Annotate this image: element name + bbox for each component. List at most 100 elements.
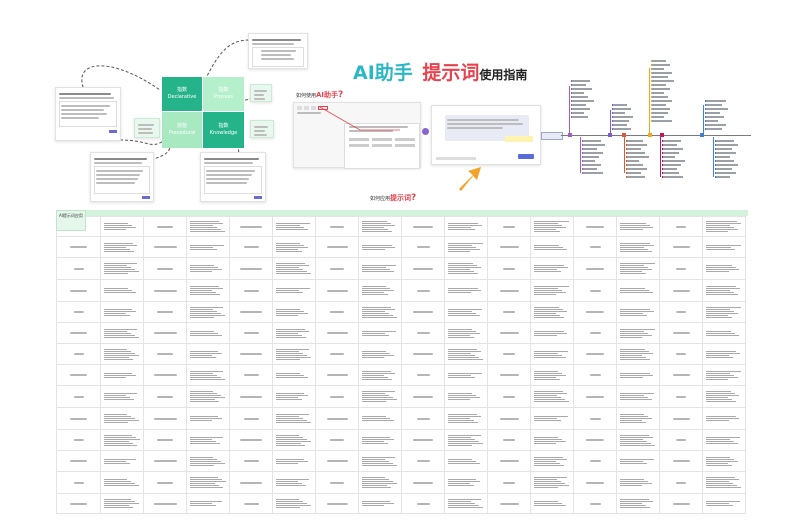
table-row[interactable] (56, 493, 746, 514)
table-cell[interactable] (573, 471, 617, 494)
table-cell[interactable] (616, 429, 660, 451)
mindmap-leaf[interactable] (582, 144, 605, 146)
table-cell[interactable] (186, 407, 230, 430)
table-cell[interactable] (143, 429, 187, 451)
table-cell[interactable] (229, 364, 273, 386)
table-cell[interactable] (186, 343, 230, 365)
table-cell[interactable] (56, 385, 101, 408)
table-cell[interactable] (100, 216, 144, 237)
table-cell[interactable] (186, 385, 230, 408)
table-cell[interactable] (659, 429, 703, 451)
table-cell[interactable] (315, 236, 359, 258)
table-cell[interactable] (616, 343, 660, 365)
table-cell[interactable] (186, 322, 230, 344)
table-cell[interactable] (573, 343, 617, 365)
table-cell[interactable] (229, 236, 273, 258)
table-cell[interactable] (702, 493, 746, 514)
table-cell[interactable] (444, 493, 488, 514)
table-cell[interactable] (401, 257, 445, 280)
table-cell[interactable] (100, 407, 144, 430)
mindmap-leaf[interactable] (705, 100, 726, 102)
mindmap-leaf[interactable] (626, 156, 649, 158)
table-cell[interactable] (315, 257, 359, 280)
mindmap-branch-4[interactable] (648, 133, 652, 137)
table-cell[interactable] (616, 322, 660, 344)
table-cell[interactable] (272, 493, 316, 514)
table-cell[interactable] (186, 450, 230, 472)
note-card-left[interactable] (55, 87, 121, 141)
mindmap-leaf[interactable] (651, 64, 670, 66)
table-cell[interactable] (272, 471, 316, 494)
note-card-top[interactable] (248, 33, 308, 69)
table-row[interactable] (56, 429, 746, 451)
table-cell[interactable] (229, 493, 273, 514)
table-cell[interactable] (358, 493, 402, 514)
table-cell[interactable] (573, 236, 617, 258)
table-cell[interactable] (659, 450, 703, 472)
mindmap-leaf[interactable] (662, 164, 681, 166)
table-cell[interactable] (487, 216, 531, 237)
mindmap-leaf[interactable] (662, 156, 675, 158)
table-cell[interactable] (530, 236, 574, 258)
table-cell[interactable] (444, 279, 488, 302)
table-cell[interactable] (573, 257, 617, 280)
table-cell[interactable] (444, 257, 488, 280)
table-cell[interactable] (56, 279, 101, 302)
table-cell[interactable] (659, 322, 703, 344)
mindmap-leaf[interactable] (705, 120, 718, 122)
mindmap-leaf[interactable] (662, 176, 683, 178)
table-cell[interactable] (186, 364, 230, 386)
table-cell[interactable] (401, 471, 445, 494)
table-cell[interactable] (315, 493, 359, 514)
table-cell[interactable] (573, 407, 617, 430)
table-cell[interactable] (659, 364, 703, 386)
screenshot-chat-panel[interactable] (431, 105, 541, 165)
table-cell[interactable] (616, 279, 660, 302)
table-cell[interactable] (143, 471, 187, 494)
table-cell[interactable] (487, 407, 531, 430)
mindmap-leaf[interactable] (705, 124, 726, 126)
mindmap-branch-2[interactable] (608, 133, 612, 137)
table-cell[interactable] (702, 322, 746, 344)
mindmap-leaf[interactable] (626, 152, 645, 154)
table-cell[interactable] (100, 322, 144, 344)
table-cell[interactable] (56, 236, 101, 258)
table-cell[interactable] (702, 429, 746, 451)
table-cell[interactable] (229, 216, 273, 237)
table-cell[interactable] (100, 471, 144, 494)
table-cell[interactable] (272, 257, 316, 280)
table-cell[interactable] (659, 407, 703, 430)
table-cell[interactable] (358, 364, 402, 386)
mindmap-leaf[interactable] (582, 156, 599, 158)
table-cell[interactable] (100, 493, 144, 514)
mindmap-leaf[interactable] (662, 168, 677, 170)
table-cell[interactable] (358, 257, 402, 280)
table-cell[interactable] (573, 364, 617, 386)
table-cell[interactable] (659, 279, 703, 302)
table-cell[interactable] (272, 279, 316, 302)
table-cell[interactable] (315, 385, 359, 408)
table-cell[interactable] (573, 429, 617, 451)
note-card-bottom-right[interactable] (200, 152, 266, 202)
mindmap-leaf[interactable] (705, 108, 728, 110)
mindmap-leaf[interactable] (715, 144, 738, 146)
table-cell[interactable] (358, 301, 402, 323)
table-cell[interactable] (530, 471, 574, 494)
table-cell[interactable] (272, 385, 316, 408)
mindmap-leaf[interactable] (651, 112, 668, 114)
mindmap-leaf[interactable] (662, 172, 679, 174)
table-cell[interactable] (315, 364, 359, 386)
table-cell[interactable] (659, 493, 703, 514)
table-cell[interactable] (530, 429, 574, 451)
table-cell[interactable] (358, 343, 402, 365)
mindmap-leaf[interactable] (651, 72, 672, 74)
table-row[interactable] (56, 322, 746, 344)
table-cell[interactable] (272, 322, 316, 344)
table-cell[interactable] (702, 471, 746, 494)
mindmap-leaf[interactable] (651, 108, 670, 110)
mindmap-leaf[interactable] (651, 120, 672, 122)
mindmap-leaf[interactable] (715, 148, 732, 150)
table-cell[interactable] (272, 364, 316, 386)
table-cell[interactable] (229, 343, 273, 365)
mindmap-leaf[interactable] (715, 152, 736, 154)
